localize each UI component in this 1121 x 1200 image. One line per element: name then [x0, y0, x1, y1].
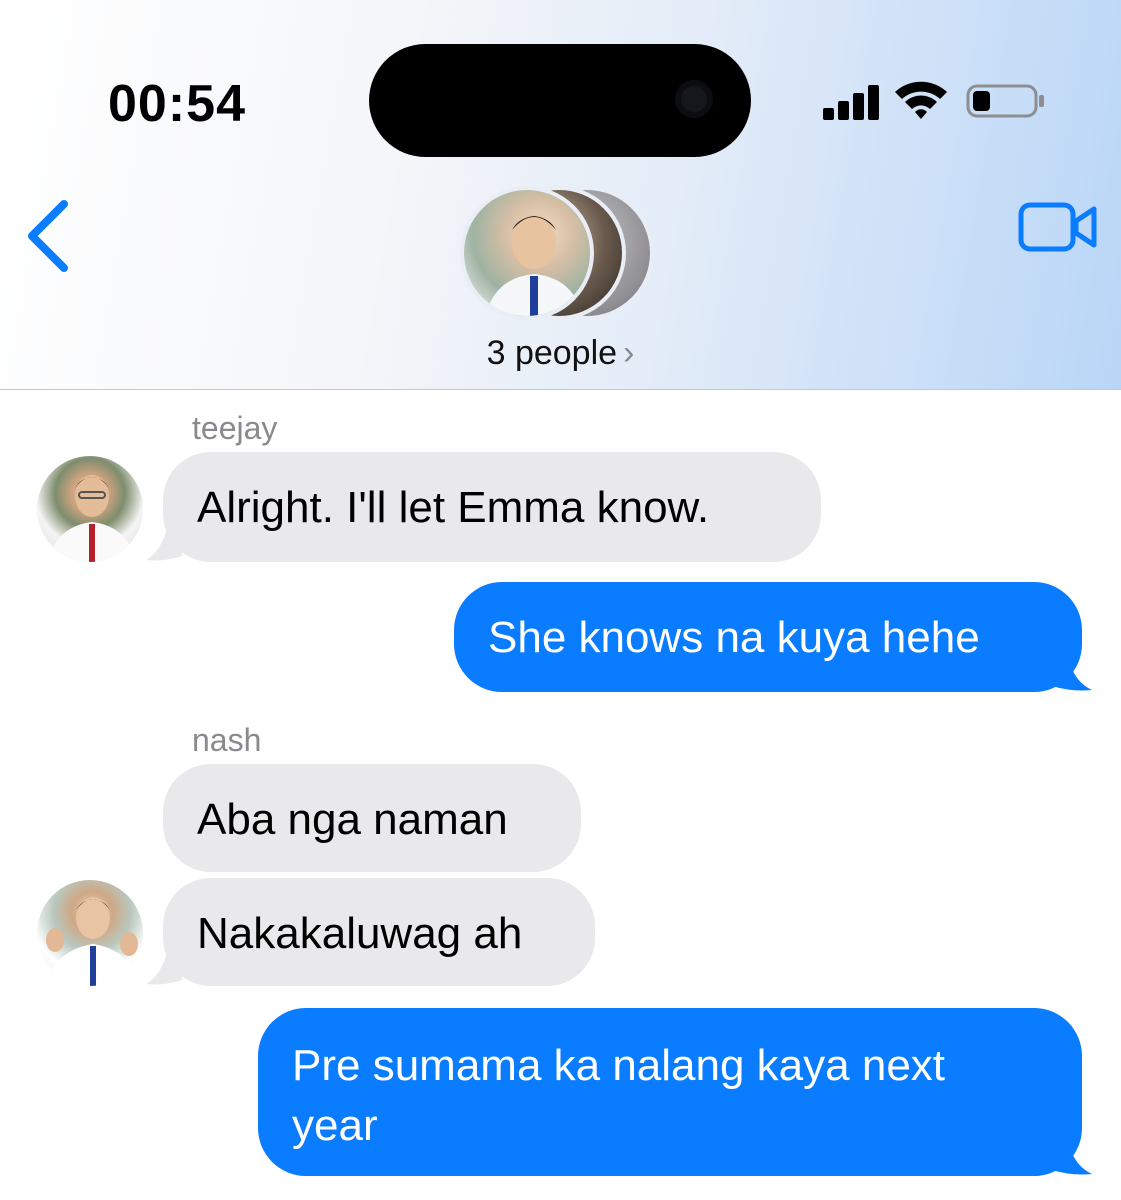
dynamic-island: [369, 44, 751, 157]
battery-level-fill: [973, 91, 990, 111]
cellular-signal-icon: [823, 84, 881, 120]
chevron-right-icon: ›: [623, 334, 635, 372]
video-call-icon[interactable]: [1018, 200, 1098, 254]
sender-name: teejay: [192, 410, 278, 446]
conversation-header: 00:54 3 people ›: [0, 0, 1121, 390]
group-name-label: 3 people: [486, 334, 618, 372]
group-name-button[interactable]: 3 people ›: [0, 334, 1121, 373]
group-avatar-1: [460, 186, 594, 320]
message-bubble[interactable]: Aba nga naman: [163, 764, 581, 872]
group-avatar-stack[interactable]: [458, 182, 664, 324]
message-text-line: Pre sumama ka nalang kaya next: [292, 1041, 946, 1090]
message-bubble[interactable]: She knows na kuya hehe: [454, 582, 1082, 692]
avatar[interactable]: [37, 456, 143, 562]
message-text-line: year: [292, 1101, 378, 1150]
front-camera-icon: [675, 80, 713, 118]
status-time: 00:54: [108, 75, 246, 133]
message-bubble[interactable]: Nakakaluwag ah: [163, 878, 595, 986]
avatar[interactable]: [37, 880, 143, 986]
battery-icon: [966, 84, 1044, 118]
back-chevron-icon[interactable]: [24, 198, 70, 274]
wifi-icon: [895, 81, 947, 119]
message-bubble[interactable]: Alright. I'll let Emma know.: [163, 452, 821, 562]
sender-name: nash: [192, 722, 262, 758]
message-bubble[interactable]: Pre sumama ka nalang kaya next year: [258, 1008, 1082, 1176]
